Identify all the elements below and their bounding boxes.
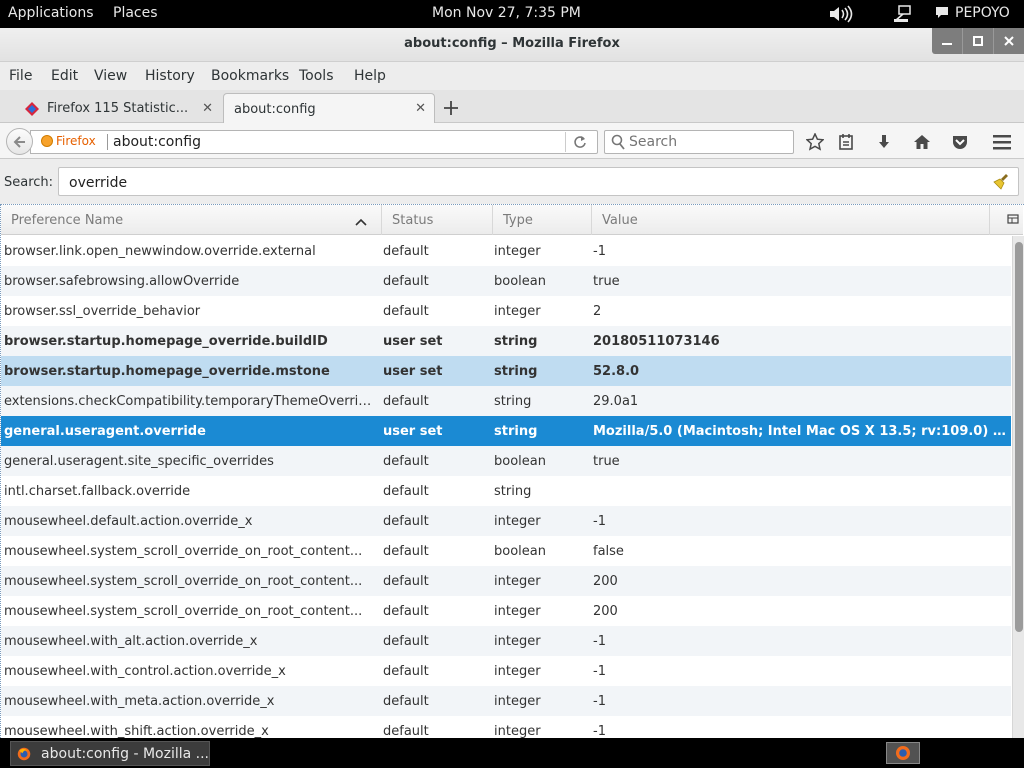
- table-row-selected[interactable]: general.useragent.override user set string…: [1, 416, 1011, 446]
- column-status[interactable]: Status: [382, 205, 493, 235]
- minimize-button[interactable]: [932, 28, 962, 54]
- identity-box[interactable]: Firefox: [41, 134, 96, 148]
- search-icon: [611, 134, 625, 154]
- table-row[interactable]: intl.charset.fallback.override default str…: [1, 476, 1011, 506]
- table-row[interactable]: browser.ssl_override_behavior default inte…: [1, 296, 1011, 326]
- table-row[interactable]: mousewheel.system_scroll_override_on_roo…: [1, 596, 1011, 626]
- table-row-hovered[interactable]: browser.startup.homepage_override.mstone…: [1, 356, 1011, 386]
- pocket-icon[interactable]: [950, 132, 970, 152]
- menu-edit[interactable]: Edit: [51, 68, 78, 84]
- url-bar[interactable]: Firefox about:config: [30, 130, 598, 154]
- scrollbar-thumb[interactable]: [1015, 242, 1023, 632]
- column-picker-icon[interactable]: [1007, 213, 1019, 229]
- menu-file[interactable]: File: [9, 68, 32, 84]
- firefox-icon: [896, 746, 910, 760]
- tree-header: Preference Name Status Type Value: [1, 205, 1023, 235]
- url-text[interactable]: about:config: [113, 134, 201, 150]
- bookmarks-list-icon[interactable]: [836, 132, 856, 152]
- maximize-button[interactable]: [962, 28, 993, 54]
- table-row[interactable]: browser.link.open_newwindow.override.ext…: [1, 236, 1011, 266]
- maximize-icon: [973, 36, 983, 46]
- web-search-bar[interactable]: [604, 130, 794, 154]
- applications-menu[interactable]: Applications: [8, 5, 94, 21]
- back-arrow-icon: [13, 135, 25, 148]
- bookmark-star-icon[interactable]: [805, 132, 825, 152]
- window-titlebar[interactable]: about:config – Mozilla Firefox: [0, 28, 1024, 62]
- close-window-button[interactable]: [993, 28, 1024, 54]
- config-search-row: Search: override: [0, 160, 1024, 204]
- tab-label: about:config: [234, 101, 316, 117]
- column-preference-name[interactable]: Preference Name: [1, 205, 382, 235]
- tab-about-config[interactable]: about:config ✕: [223, 93, 435, 124]
- column-value[interactable]: Value: [592, 205, 990, 235]
- reload-button[interactable]: [565, 132, 593, 152]
- web-search-input[interactable]: [629, 133, 789, 151]
- clear-broom-icon[interactable]: [992, 173, 1010, 195]
- menu-view[interactable]: View: [94, 68, 127, 84]
- menu-tools[interactable]: Tools: [299, 68, 334, 84]
- vertical-scrollbar[interactable]: [1012, 236, 1024, 738]
- window-title: about:config – Mozilla Firefox: [404, 36, 620, 51]
- user-menu[interactable]: PEPOYO: [955, 5, 1010, 21]
- table-row[interactable]: mousewheel.with_control.action.override_…: [1, 656, 1011, 686]
- firefox-logo-icon: [41, 135, 53, 147]
- home-icon[interactable]: [912, 132, 932, 152]
- table-row[interactable]: mousewheel.with_shift.action.override_x d…: [1, 716, 1011, 738]
- taskbar-window-item[interactable]: about:config - Mozilla ...: [10, 741, 210, 766]
- table-row[interactable]: extensions.checkCompatibility.temporaryT…: [1, 386, 1011, 416]
- hamburger-menu-icon[interactable]: [992, 132, 1012, 152]
- table-row[interactable]: mousewheel.with_meta.action.override_x de…: [1, 686, 1011, 716]
- menu-history[interactable]: History: [145, 68, 195, 84]
- new-tab-button[interactable]: [444, 96, 458, 120]
- menu-help[interactable]: Help: [354, 68, 386, 84]
- column-type[interactable]: Type: [493, 205, 592, 235]
- tab-close-icon[interactable]: ✕: [202, 101, 213, 116]
- table-row[interactable]: mousewheel.with_alt.action.override_x def…: [1, 626, 1011, 656]
- clock[interactable]: Mon Nov 27, 7:35 PM: [432, 5, 581, 21]
- site-favicon-icon: [25, 101, 39, 116]
- tab-strip: Firefox 115 Statistic... ✕ about:config …: [0, 90, 1024, 124]
- tab-label: Firefox 115 Statistic...: [47, 101, 189, 116]
- table-row[interactable]: mousewheel.system_scroll_override_on_roo…: [1, 536, 1011, 566]
- plus-icon: [444, 101, 458, 115]
- downloads-icon[interactable]: [874, 132, 894, 152]
- chat-icon[interactable]: [935, 4, 949, 26]
- table-row[interactable]: browser.startup.homepage_override.buildI…: [1, 326, 1011, 356]
- column-label: Type: [503, 213, 533, 228]
- table-row[interactable]: mousewheel.default.action.override_x defa…: [1, 506, 1011, 536]
- preference-rows: browser.link.open_newwindow.override.ext…: [1, 236, 1011, 738]
- config-search-value: override: [69, 175, 128, 191]
- firefox-icon: [17, 747, 31, 760]
- menu-bookmarks[interactable]: Bookmarks: [211, 68, 289, 84]
- places-menu[interactable]: Places: [113, 5, 158, 21]
- menu-bar: File Edit View History Bookmarks Tools H…: [0, 62, 1024, 90]
- table-row[interactable]: general.useragent.site_specific_override…: [1, 446, 1011, 476]
- config-search-input[interactable]: override: [58, 167, 1019, 196]
- reload-icon: [573, 136, 586, 148]
- gnome-window-list: about:config - Mozilla ...: [0, 738, 1024, 768]
- table-row[interactable]: browser.safebrowsing.allowOverride defaul…: [1, 266, 1011, 296]
- sort-ascending-icon: [355, 215, 367, 230]
- column-label: Preference Name: [11, 213, 124, 228]
- workspace-indicator[interactable]: [886, 742, 920, 764]
- back-button[interactable]: [6, 128, 33, 155]
- identity-label: Firefox: [56, 134, 96, 148]
- taskbar-window-label: about:config - Mozilla ...: [41, 745, 209, 762]
- close-icon: [1004, 36, 1014, 46]
- config-search-label: Search:: [4, 175, 54, 190]
- tab-firefox-statistics[interactable]: Firefox 115 Statistic... ✕: [14, 93, 222, 123]
- preferences-tree[interactable]: Preference Name Status Type Value browse…: [0, 204, 1024, 738]
- gnome-top-bar: Applications Places Mon Nov 27, 7:35 PM …: [0, 0, 1024, 28]
- column-label: Status: [392, 213, 434, 228]
- identity-separator: [107, 134, 108, 150]
- table-row[interactable]: mousewheel.system_scroll_override_on_roo…: [1, 566, 1011, 596]
- network-icon[interactable]: [893, 4, 913, 28]
- navigation-toolbar: Firefox about:config: [0, 123, 1024, 159]
- window-controls: [932, 28, 1024, 54]
- tab-close-icon[interactable]: ✕: [415, 101, 426, 116]
- minimize-icon: [942, 43, 952, 45]
- volume-icon[interactable]: [828, 4, 854, 28]
- column-label: Value: [602, 213, 638, 228]
